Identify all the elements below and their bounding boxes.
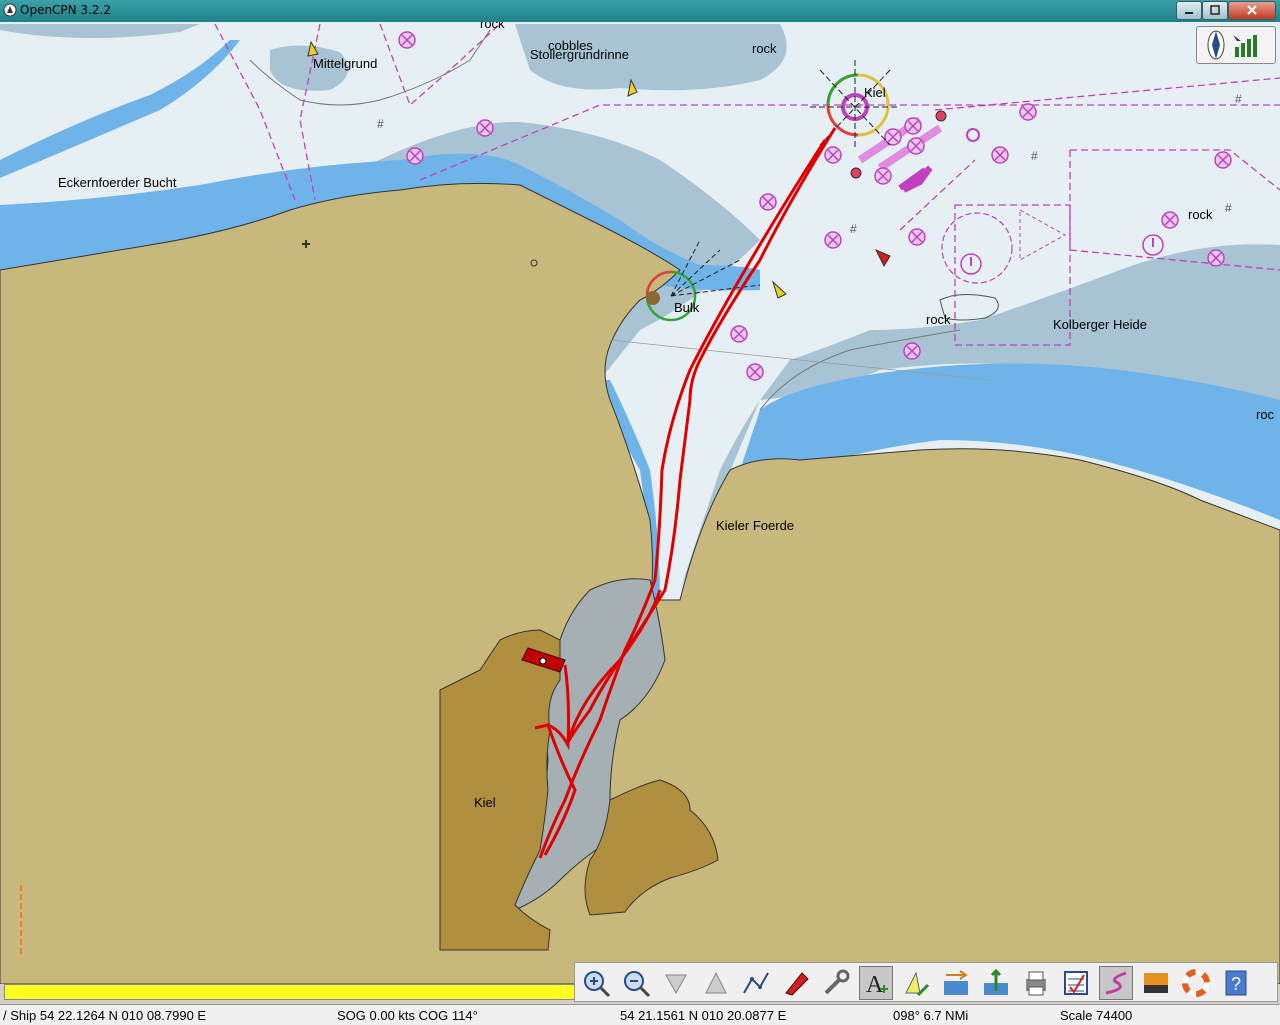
title-bar[interactable]: OpenCPN 3.2.2 [0, 0, 1280, 22]
chart-label: rock [926, 312, 951, 327]
scale-up-button[interactable] [699, 966, 733, 1000]
chart-svg[interactable]: # # # # # [0, 22, 1280, 984]
ais-icon [905, 971, 930, 997]
print-icon [1026, 971, 1046, 996]
app-icon [3, 3, 17, 17]
window-title: OpenCPN 3.2.2 [20, 3, 111, 17]
help-button[interactable]: ? [1219, 966, 1253, 1000]
lifebuoy-icon [1182, 969, 1210, 997]
text-toggle-button[interactable]: A [859, 966, 893, 1000]
app-window: OpenCPN 3.2.2 # # # # # rock cobbles Sto… [0, 0, 1280, 1025]
chart-label: Kiel [864, 85, 886, 100]
svg-text:?: ? [1231, 974, 1241, 994]
mob-button[interactable] [1179, 966, 1213, 1000]
cursor-bearing-distance: 098° 6.7 NMi [893, 1008, 969, 1023]
zoom-in-icon [584, 971, 611, 998]
chart-label: rock [480, 22, 505, 31]
close-button[interactable] [1228, 1, 1276, 20]
tide-icon [984, 968, 1008, 995]
progress-bar [4, 984, 576, 1000]
chart-label: rock [1188, 207, 1213, 222]
ship-sog-cog: SOG 0.00 kts COG 114° [337, 1008, 478, 1023]
sunset-icon [1144, 973, 1168, 993]
chart-label: Kolberger Heide [1053, 317, 1147, 332]
currents-button[interactable] [939, 966, 973, 1000]
chart-label: Kieler Foerde [716, 518, 795, 533]
route-icon [743, 972, 769, 994]
chart-label: Stollergrundrinne [530, 47, 630, 62]
chart-label: Kiel [474, 795, 496, 810]
ship-icon [785, 972, 809, 996]
settings-button[interactable] [819, 966, 853, 1000]
main-toolbar[interactable]: A ? [574, 962, 1278, 1002]
ship-position: / Ship 54 22.1264 N 010 08.7990 E [3, 1008, 207, 1023]
status-bar: / Ship 54 22.1264 N 010 08.7990 E SOG 0.… [0, 1004, 1280, 1025]
cursor-position: 54 21.1561 N 010 20.0877 E [620, 1008, 787, 1023]
north-arrow-icon [1207, 30, 1257, 60]
chart-label: rock [752, 41, 777, 56]
route-manager-button[interactable] [1059, 966, 1093, 1000]
ais-button[interactable] [899, 966, 933, 1000]
svg-text:#: # [1225, 201, 1232, 215]
scale-down-button[interactable] [659, 966, 693, 1000]
track-toggle-button[interactable] [1099, 966, 1133, 1000]
chart-label: Eckernfoerder Bucht [58, 175, 177, 190]
help-icon: ? [1225, 970, 1247, 996]
zoom-out-icon [624, 971, 651, 998]
color-scheme-button[interactable] [1139, 966, 1173, 1000]
compass-widget[interactable] [1196, 26, 1276, 64]
svg-text:#: # [377, 117, 384, 131]
svg-text:#: # [1031, 149, 1038, 163]
svg-text:A: A [866, 972, 884, 998]
print-button[interactable] [1019, 966, 1053, 1000]
chart-down-icon [665, 974, 687, 995]
route-manager-icon [1064, 971, 1088, 995]
current-icon [944, 970, 968, 995]
chart-scale: Scale 74400 [1060, 1008, 1133, 1023]
track-icon [1105, 971, 1127, 995]
chart-label: Mittelgrund [313, 56, 378, 71]
chart-label: Bulk [674, 300, 700, 315]
tides-button[interactable] [979, 966, 1013, 1000]
svg-text:#: # [1235, 92, 1242, 106]
svg-text:#: # [850, 222, 857, 236]
zoom-in-button[interactable] [579, 966, 613, 1000]
chart-label: roc [1256, 407, 1275, 422]
chart-canvas[interactable]: # # # # # rock cobbles Stollergrundrinne… [0, 22, 1280, 984]
wrench-icon [824, 969, 850, 995]
zoom-out-button[interactable] [619, 966, 653, 1000]
route-button[interactable] [739, 966, 773, 1000]
maximize-button[interactable] [1202, 1, 1228, 20]
text-icon: A [866, 972, 888, 998]
minimize-button[interactable] [1176, 1, 1202, 20]
follow-ship-button[interactable] [779, 966, 813, 1000]
chart-up-icon [705, 971, 727, 994]
